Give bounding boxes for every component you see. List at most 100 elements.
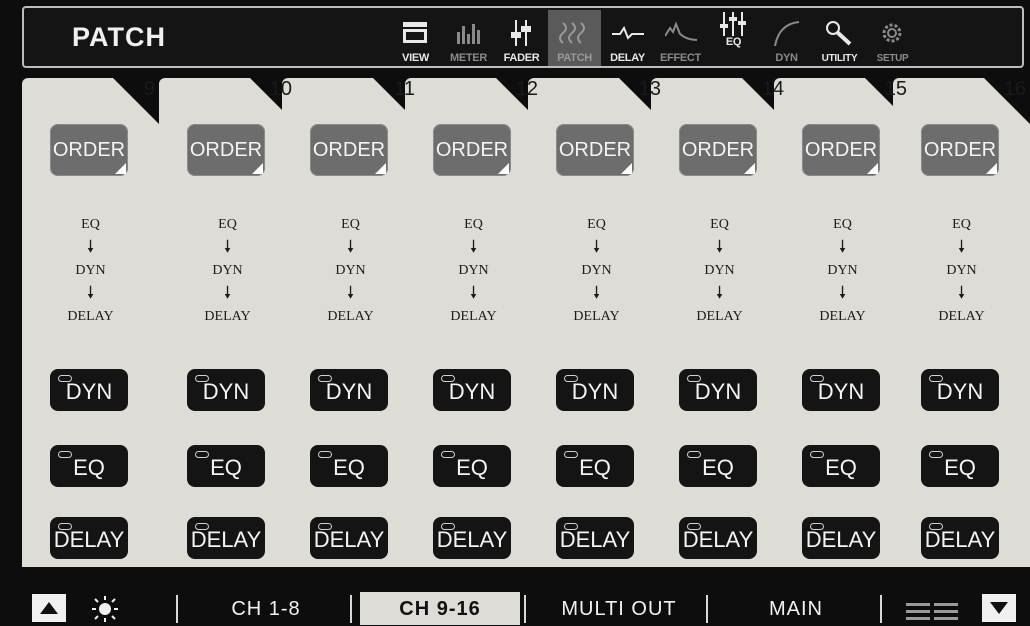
corner-triangle-icon — [867, 163, 878, 174]
corner-triangle-icon — [375, 163, 386, 174]
nav-utility[interactable]: UTILITY — [813, 10, 866, 66]
delay-button[interactable]: DELAY — [921, 517, 999, 559]
eq-button[interactable]: EQ — [921, 445, 999, 487]
brightness-icon[interactable] — [90, 595, 120, 623]
order-button-label: ORDER — [558, 139, 632, 161]
delay-button[interactable]: DELAY — [50, 517, 128, 559]
arrow-down-icon: 🠗 — [346, 283, 355, 302]
nav-effect[interactable]: EFFECT — [654, 10, 707, 66]
nav-bar: VIEW METER FADER PATCH DELAY EFFECT EQ D… — [389, 10, 919, 66]
tab-main[interactable]: MAIN — [716, 592, 876, 625]
utility-icon — [826, 21, 852, 46]
chain-step: DYN — [458, 263, 489, 278]
corner-triangle-icon — [115, 163, 126, 174]
delay-icon — [612, 25, 644, 40]
arrow-down-icon: 🠗 — [715, 237, 724, 256]
dyn-button[interactable]: DYN — [310, 369, 388, 411]
scroll-up-button[interactable] — [32, 594, 66, 622]
arrow-down-icon: 🠗 — [86, 237, 95, 256]
delay-button[interactable]: DELAY — [310, 517, 388, 559]
tab-ch-1-8[interactable]: CH 1-8 — [186, 592, 346, 625]
led-indicator — [195, 523, 209, 530]
eq-button[interactable]: EQ — [187, 445, 265, 487]
eq-button-label: EQ — [210, 455, 242, 480]
list-view-icon[interactable] — [906, 601, 960, 623]
corner-triangle-icon — [986, 163, 997, 174]
chain-step: DYN — [827, 263, 858, 278]
eq-button[interactable]: EQ — [310, 445, 388, 487]
channel-number: 13 — [638, 78, 661, 100]
dyn-button[interactable]: DYN — [187, 369, 265, 411]
delay-button-label: DELAY — [559, 527, 631, 552]
eq-button[interactable]: EQ — [433, 445, 511, 487]
order-button[interactable]: ORDER — [802, 124, 880, 176]
dyn-button[interactable]: DYN — [921, 369, 999, 411]
chain-step: EQ — [587, 217, 606, 232]
led-indicator — [810, 375, 824, 382]
tab-divider — [880, 595, 882, 623]
eq-button-label: EQ — [702, 455, 734, 480]
chain-step: DYN — [75, 263, 106, 278]
dyn-button[interactable]: DYN — [50, 369, 128, 411]
channel-strip: 15 ORDER EQ 🠗 DYN 🠗 DELAY DYN EQ DELAY — [774, 78, 911, 567]
nav-eq[interactable]: EQ — [707, 10, 760, 66]
dyn-button[interactable]: DYN — [802, 369, 880, 411]
nav-fader[interactable]: FADER — [495, 10, 548, 66]
processing-chain: EQ 🠗 DYN 🠗 DELAY — [22, 216, 159, 326]
dyn-button[interactable]: DYN — [433, 369, 511, 411]
chain-step: EQ — [341, 217, 360, 232]
delay-button[interactable]: DELAY — [433, 517, 511, 559]
tab-divider — [176, 595, 178, 623]
nav-setup[interactable]: SETUP — [866, 10, 919, 66]
nav-delay[interactable]: DELAY — [601, 10, 654, 66]
nav-dyn[interactable]: DYN — [760, 10, 813, 66]
arrow-down-icon: 🠗 — [838, 283, 847, 302]
tab-multi-out[interactable]: MULTI OUT — [534, 592, 704, 625]
delay-button-label: DELAY — [805, 527, 877, 552]
arrow-down-icon: 🠗 — [592, 237, 601, 256]
delay-button-label: DELAY — [53, 527, 125, 552]
led-indicator — [929, 375, 943, 382]
scroll-down-button[interactable] — [982, 594, 1016, 622]
nav-dyn-label: DYN — [775, 52, 798, 64]
order-button[interactable]: ORDER — [921, 124, 999, 176]
led-indicator — [810, 451, 824, 458]
delay-button[interactable]: DELAY — [187, 517, 265, 559]
nav-patch[interactable]: PATCH — [548, 10, 601, 66]
chain-step: EQ — [218, 217, 237, 232]
down-arrow-icon — [990, 602, 1008, 614]
eq-button[interactable]: EQ — [50, 445, 128, 487]
order-button[interactable]: ORDER — [50, 124, 128, 176]
order-button[interactable]: ORDER — [679, 124, 757, 176]
chain-step: DYN — [581, 263, 612, 278]
nav-view[interactable]: VIEW — [389, 10, 442, 66]
order-button[interactable]: ORDER — [187, 124, 265, 176]
nav-meter[interactable]: METER — [442, 10, 495, 66]
eq-button[interactable]: EQ — [556, 445, 634, 487]
chain-step: DELAY — [204, 309, 251, 324]
channel-strip: 11 ORDER EQ 🠗 DYN 🠗 DELAY DYN EQ DELAY — [282, 78, 419, 567]
eq-button[interactable]: EQ — [802, 445, 880, 487]
delay-button[interactable]: DELAY — [556, 517, 634, 559]
nav-meter-label: METER — [449, 52, 487, 64]
tab-ch-9-16[interactable]: CH 9-16 — [360, 592, 520, 625]
arrow-down-icon: 🠗 — [223, 237, 232, 256]
led-indicator — [564, 523, 578, 530]
channel-number: 15 — [884, 78, 907, 100]
patch-icon — [559, 22, 585, 44]
corner-triangle-icon — [252, 163, 263, 174]
order-button[interactable]: ORDER — [310, 124, 388, 176]
processing-chain: EQ 🠗 DYN 🠗 DELAY — [893, 216, 1030, 326]
order-button[interactable]: ORDER — [556, 124, 634, 176]
arrow-down-icon: 🠗 — [223, 283, 232, 302]
eq-button[interactable]: EQ — [679, 445, 757, 487]
delay-button[interactable]: DELAY — [679, 517, 757, 559]
dyn-button[interactable]: DYN — [556, 369, 634, 411]
dyn-button[interactable]: DYN — [679, 369, 757, 411]
order-button[interactable]: ORDER — [433, 124, 511, 176]
delay-button[interactable]: DELAY — [802, 517, 880, 559]
top-bar: PATCH VIEW METER FADER PATCH DELAY EFFEC… — [22, 6, 1024, 68]
led-indicator — [929, 523, 943, 530]
eq-button-label: EQ — [825, 455, 857, 480]
nav-eq-label: EQ — [725, 36, 742, 48]
